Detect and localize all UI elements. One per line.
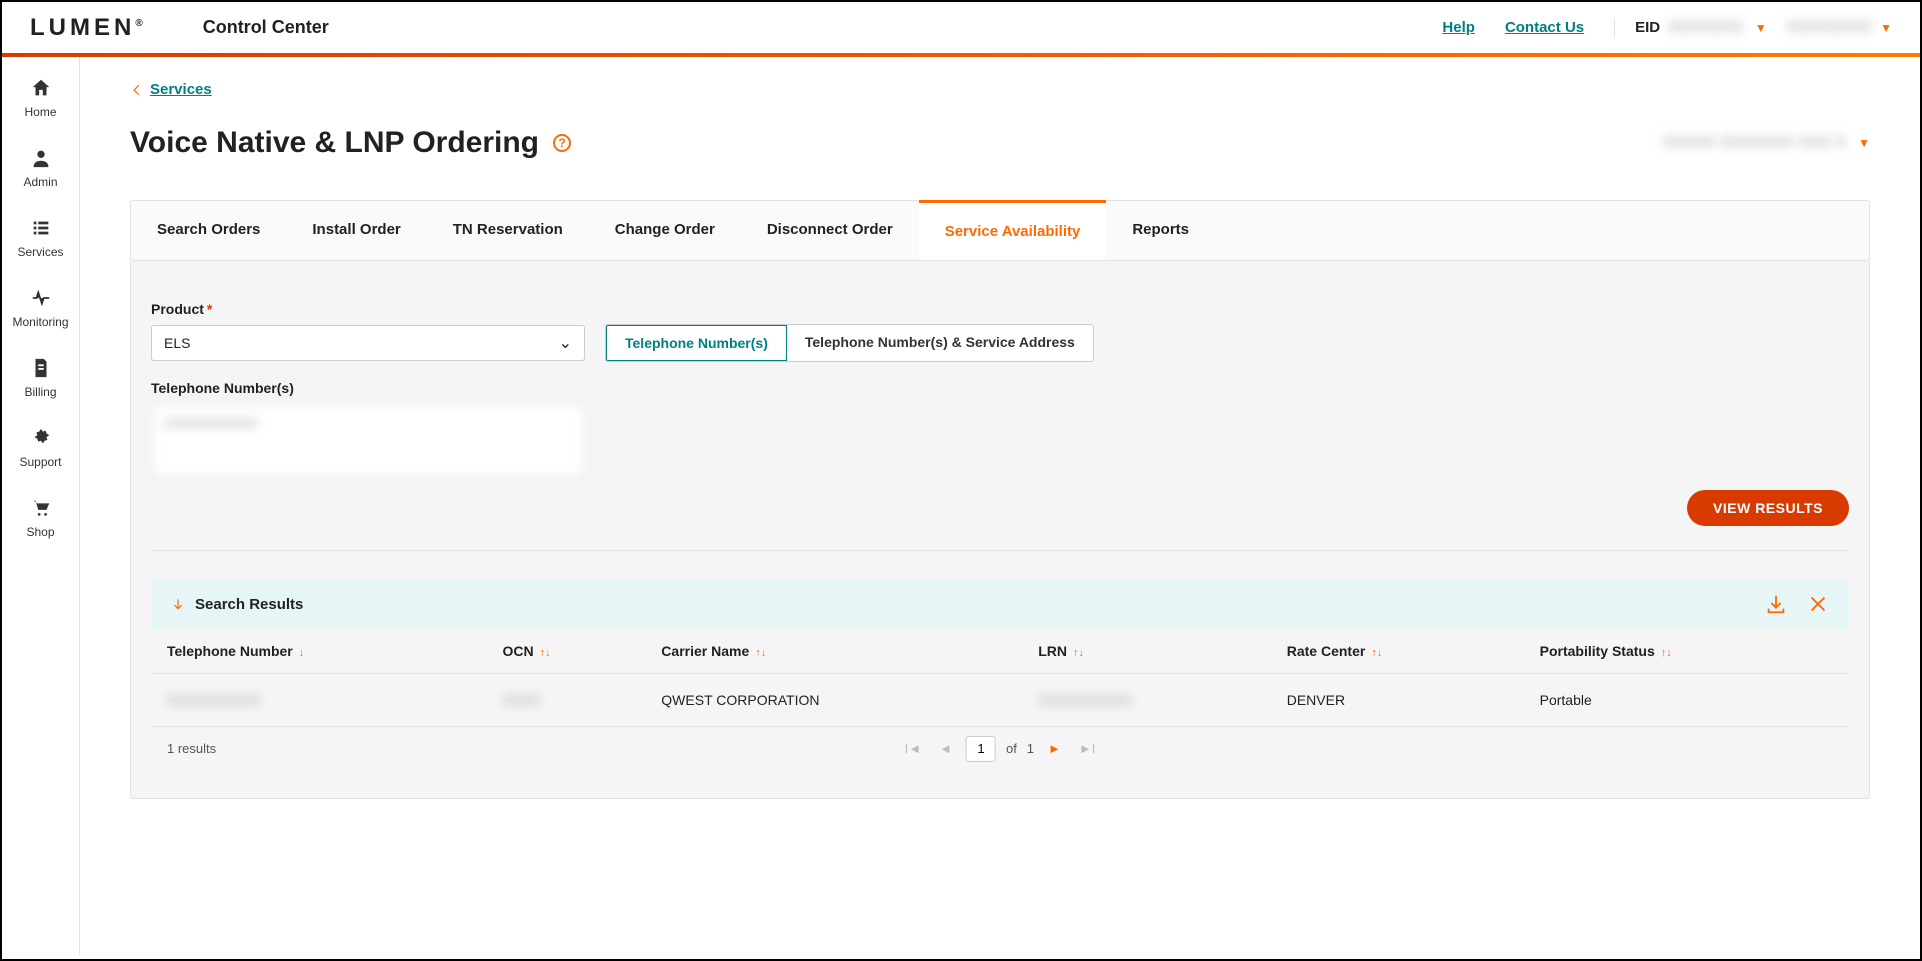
tn-textarea[interactable] (151, 404, 585, 478)
tab-tn-reservation[interactable]: TN Reservation (427, 201, 589, 260)
tn-label: Telephone Number(s) (151, 380, 1849, 396)
nav-billing[interactable]: Billing (2, 351, 79, 405)
tab-change-order[interactable]: Change Order (589, 201, 741, 260)
download-icon[interactable] (1765, 593, 1787, 615)
breadcrumb-parent[interactable]: Services (150, 81, 212, 98)
page-next-button[interactable]: ► (1044, 741, 1065, 756)
chevron-down-icon: ▼ (1880, 21, 1892, 35)
chevron-down-icon: ▼ (1755, 21, 1767, 35)
nav-services[interactable]: Services (2, 211, 79, 265)
page-prev-button[interactable]: ◄ (935, 741, 956, 756)
segment-tn[interactable]: Telephone Number(s) (605, 324, 788, 362)
results-table: Telephone Number↓ OCN↑↓ Carrier Name↑↓ L… (151, 629, 1849, 727)
gear-icon (30, 427, 52, 449)
chevron-down-icon: ⌄ (559, 333, 572, 353)
eid-dropdown[interactable]: EID XXXXXXX ▼ (1614, 19, 1767, 37)
logo: LUMEN® (30, 14, 143, 42)
chevron-left-icon (130, 83, 144, 97)
page-input[interactable] (966, 736, 996, 762)
list-icon (30, 217, 52, 239)
home-icon (30, 77, 52, 99)
close-icon[interactable] (1807, 593, 1829, 615)
pagination: 1 results I◄ ◄ of 1 ► ►I (151, 727, 1849, 770)
chevron-down-icon: ▼ (1858, 136, 1870, 150)
user-icon (30, 147, 52, 169)
cart-icon (30, 497, 52, 519)
col-ocn[interactable]: OCN↑↓ (486, 629, 645, 674)
search-mode-toggle: Telephone Number(s) Telephone Number(s) … (605, 324, 1094, 362)
tab-search-orders[interactable]: Search Orders (131, 201, 286, 260)
col-telephone-number[interactable]: Telephone Number↓ (151, 629, 486, 674)
app-subtitle: Control Center (203, 17, 329, 38)
tab-install-order[interactable]: Install Order (286, 201, 426, 260)
user-dropdown[interactable]: XXXXXXXX ▼ (1787, 19, 1892, 37)
page-first-button[interactable]: I◄ (901, 741, 925, 756)
sidebar: Home Admin Services Monitoring Billing S… (2, 57, 80, 955)
nav-home[interactable]: Home (2, 71, 79, 125)
product-select[interactable]: ELS ⌄ (151, 325, 585, 361)
nav-admin[interactable]: Admin (2, 141, 79, 195)
table-row: XXXXXXXXXX XXXX QWEST CORPORATION XXXXXX… (151, 674, 1849, 727)
col-lrn[interactable]: LRN↑↓ (1022, 629, 1271, 674)
tab-disconnect-order[interactable]: Disconnect Order (741, 201, 919, 260)
contact-link[interactable]: Contact Us (1505, 19, 1584, 36)
help-link[interactable]: Help (1442, 19, 1475, 36)
page-last-button[interactable]: ►I (1075, 741, 1099, 756)
search-form-panel: Product* ELS ⌄ Telephone Number(s) Telep… (130, 261, 1870, 799)
sort-icon: ↑↓ (755, 647, 766, 659)
results-section: Search Results Telephone Number↓ OCN↑↓ C… (151, 579, 1849, 770)
tab-reports[interactable]: Reports (1106, 201, 1215, 260)
sort-icon: ↑↓ (1371, 647, 1382, 659)
document-icon (30, 357, 52, 379)
col-rate-center[interactable]: Rate Center↑↓ (1271, 629, 1524, 674)
main-content: Services Voice Native & LNP Ordering ? X… (80, 57, 1920, 955)
segment-tn-address[interactable]: Telephone Number(s) & Service Address (787, 325, 1093, 361)
nav-shop[interactable]: Shop (2, 491, 79, 545)
sort-icon: ↑↓ (540, 647, 551, 659)
col-carrier-name[interactable]: Carrier Name↑↓ (645, 629, 1022, 674)
pulse-icon (30, 287, 52, 309)
help-icon[interactable]: ? (553, 134, 571, 152)
results-count: 1 results (167, 741, 216, 756)
top-header: LUMEN® Control Center Help Contact Us EI… (2, 2, 1920, 57)
page-title: Voice Native & LNP Ordering ? (130, 126, 571, 160)
account-selector[interactable]: XXXXX XXXXXXX XXX X ▼ (1662, 134, 1870, 152)
sort-icon: ↑↓ (1073, 647, 1084, 659)
breadcrumb: Services (130, 81, 1870, 98)
arrow-down-icon (171, 597, 185, 611)
nav-support[interactable]: Support (2, 421, 79, 475)
nav-monitoring[interactable]: Monitoring (2, 281, 79, 335)
view-results-button[interactable]: VIEW RESULTS (1687, 490, 1849, 526)
results-header: Search Results (151, 579, 1849, 629)
col-portability[interactable]: Portability Status↑↓ (1524, 629, 1849, 674)
tab-bar: Search Orders Install Order TN Reservati… (130, 200, 1870, 261)
sort-icon: ↓ (299, 647, 305, 659)
product-label: Product* (151, 301, 585, 317)
tab-service-availability[interactable]: Service Availability (919, 200, 1107, 260)
sort-icon: ↑↓ (1661, 647, 1672, 659)
